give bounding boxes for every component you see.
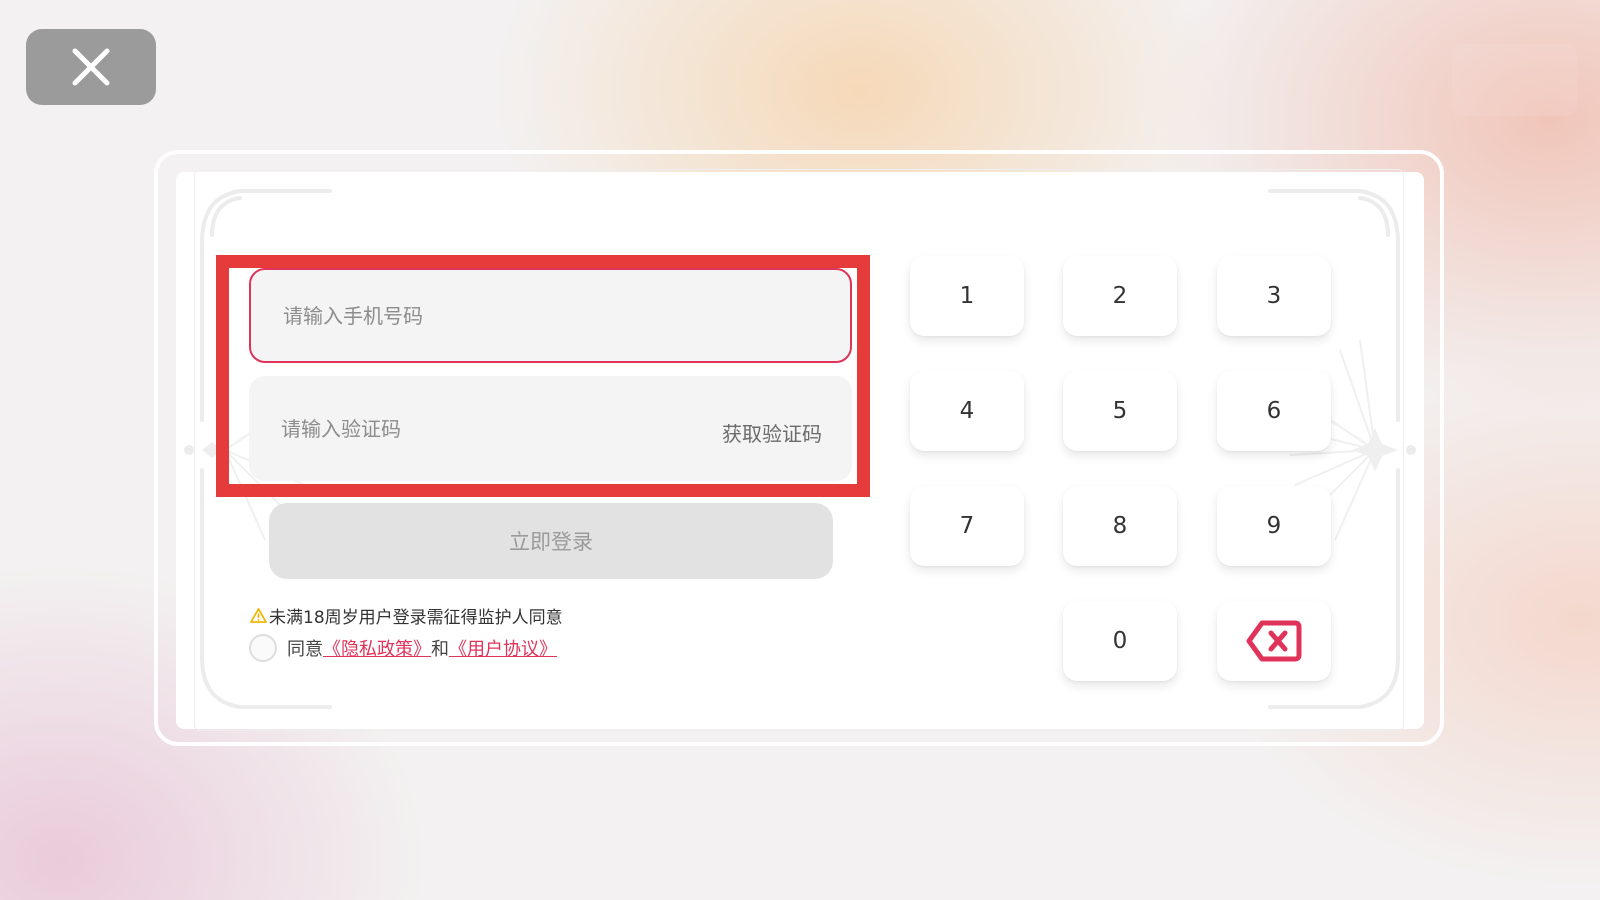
user-agreement-link[interactable]: 《用户协议》 — [449, 635, 557, 661]
key-6[interactable]: 6 — [1217, 371, 1331, 451]
key-1[interactable]: 1 — [910, 256, 1024, 336]
key-9[interactable]: 9 — [1217, 486, 1331, 566]
age-notice: 未满18周岁用户登录需征得监护人同意 — [250, 603, 563, 628]
close-button[interactable] — [26, 29, 156, 105]
and-text: 和 — [431, 639, 449, 660]
login-button[interactable]: 立即登录 — [269, 503, 833, 579]
phone-input[interactable] — [281, 302, 850, 329]
agree-radio[interactable] — [249, 634, 277, 662]
agree-text: 同意 — [287, 639, 323, 660]
age-notice-text: 未满18周岁用户登录需征得监护人同意 — [269, 608, 563, 628]
key-0[interactable]: 0 — [1063, 601, 1177, 681]
key-5[interactable]: 5 — [1063, 371, 1177, 451]
warning-icon — [250, 608, 267, 623]
close-icon — [72, 48, 110, 86]
privacy-policy-link[interactable]: 《隐私政策》 — [323, 635, 431, 661]
key-7[interactable]: 7 — [910, 486, 1024, 566]
key-2[interactable]: 2 — [1063, 256, 1177, 336]
backspace-icon — [1246, 620, 1302, 662]
top-right-faded-button — [1452, 44, 1577, 116]
phone-field[interactable] — [249, 268, 852, 363]
key-3[interactable]: 3 — [1217, 256, 1331, 336]
code-input[interactable] — [279, 415, 643, 442]
key-4[interactable]: 4 — [910, 371, 1024, 451]
code-field[interactable]: 获取验证码 — [249, 376, 852, 481]
key-8[interactable]: 8 — [1063, 486, 1177, 566]
backspace-key[interactable] — [1217, 601, 1331, 681]
get-code-button[interactable]: 获取验证码 — [722, 418, 822, 447]
agreement-row: 同意 《隐私政策》 和 《用户协议》 — [249, 634, 557, 662]
